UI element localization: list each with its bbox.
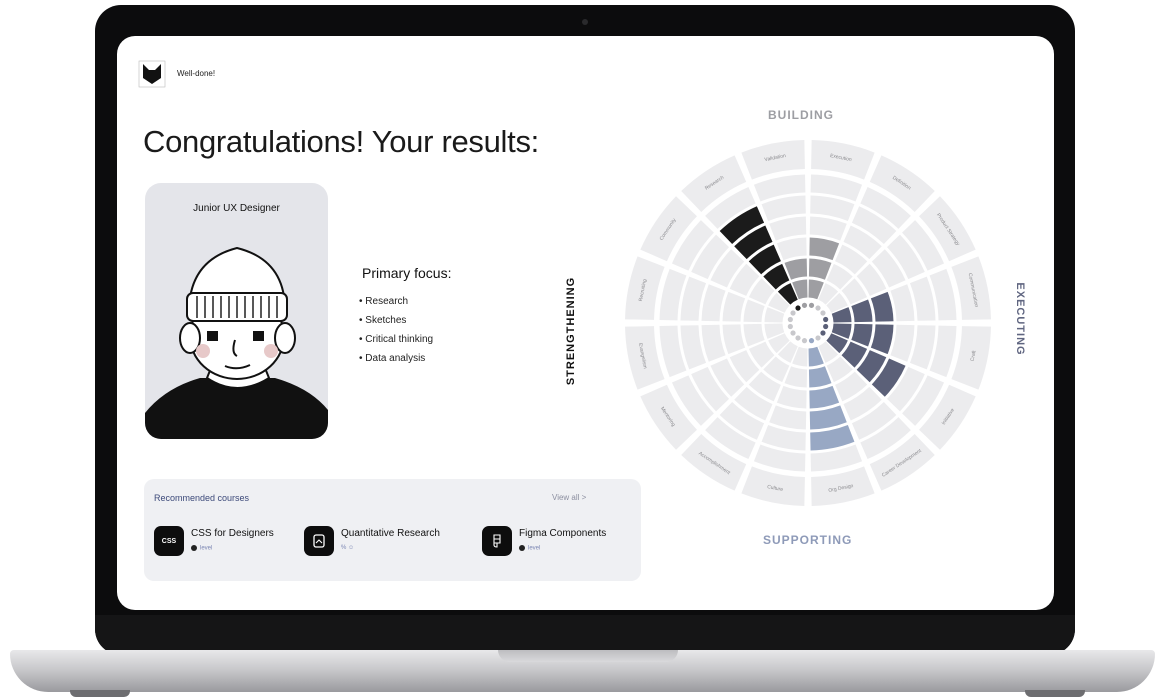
wheel-level-empty: [890, 284, 915, 322]
wheel-level-filled: [870, 324, 894, 355]
wheel-level-empty: [784, 366, 808, 388]
wheel-level-filled: [809, 385, 840, 409]
wheel-center-dot: [801, 338, 808, 344]
wheel-center-dot: [815, 335, 821, 341]
wheel-level-filled: [870, 291, 894, 322]
wheel-center-dot: [801, 302, 808, 308]
laptop-notch: [498, 650, 678, 662]
wheel-level-empty: [769, 216, 807, 241]
wheel-center-dot: [820, 310, 826, 316]
wheel-level-empty: [722, 291, 746, 322]
wheel-level-empty: [776, 385, 807, 409]
wheel-center-dot: [823, 323, 829, 330]
laptop-base: [10, 650, 1155, 692]
wheel-level-filled: [809, 237, 840, 261]
wheel-center-dot: [795, 305, 801, 311]
laptop-foot: [1025, 690, 1085, 697]
wheel-center-dot: [815, 305, 821, 311]
laptop-bezel: [95, 615, 1075, 655]
wheel-level-empty: [809, 216, 847, 241]
wheel-level-empty: [722, 324, 746, 355]
skills-wheel: ExecutionDefinitionProduct StrategyCommu…: [625, 140, 991, 506]
wheel-center-dot: [787, 316, 793, 323]
app-screen: Well-done! Congratulations! Your results…: [117, 36, 1054, 610]
laptop-lid: Well-done! Congratulations! Your results…: [95, 5, 1075, 655]
wheel-level-empty: [776, 237, 807, 261]
wheel-level-filled: [851, 323, 873, 347]
laptop-foot: [70, 690, 130, 697]
camera: [582, 19, 588, 25]
wheel-center-dot: [787, 323, 793, 330]
wheel-center-dot: [790, 330, 796, 336]
wheel-level-filled: [808, 258, 832, 280]
wheel-level-empty: [701, 284, 726, 322]
wheel-level-filled: [784, 258, 808, 280]
wheel-level-filled: [851, 299, 873, 323]
wheel-center-dot: [823, 316, 829, 323]
wheel-center-dot: [820, 330, 826, 336]
wheel-center-dot: [808, 302, 815, 308]
wheel-center-dot: [795, 335, 801, 341]
wheel-level-filled: [808, 366, 832, 388]
wheel-level-filled: [809, 405, 847, 430]
wheel-level-empty: [743, 299, 765, 323]
wheel-center-dot: [790, 310, 796, 316]
wheel-level-empty: [890, 324, 915, 362]
wheel-level-empty: [701, 324, 726, 362]
wheel-level-empty: [743, 323, 765, 347]
wheel-center-dot: [808, 338, 815, 344]
wheel-level-empty: [769, 405, 807, 430]
